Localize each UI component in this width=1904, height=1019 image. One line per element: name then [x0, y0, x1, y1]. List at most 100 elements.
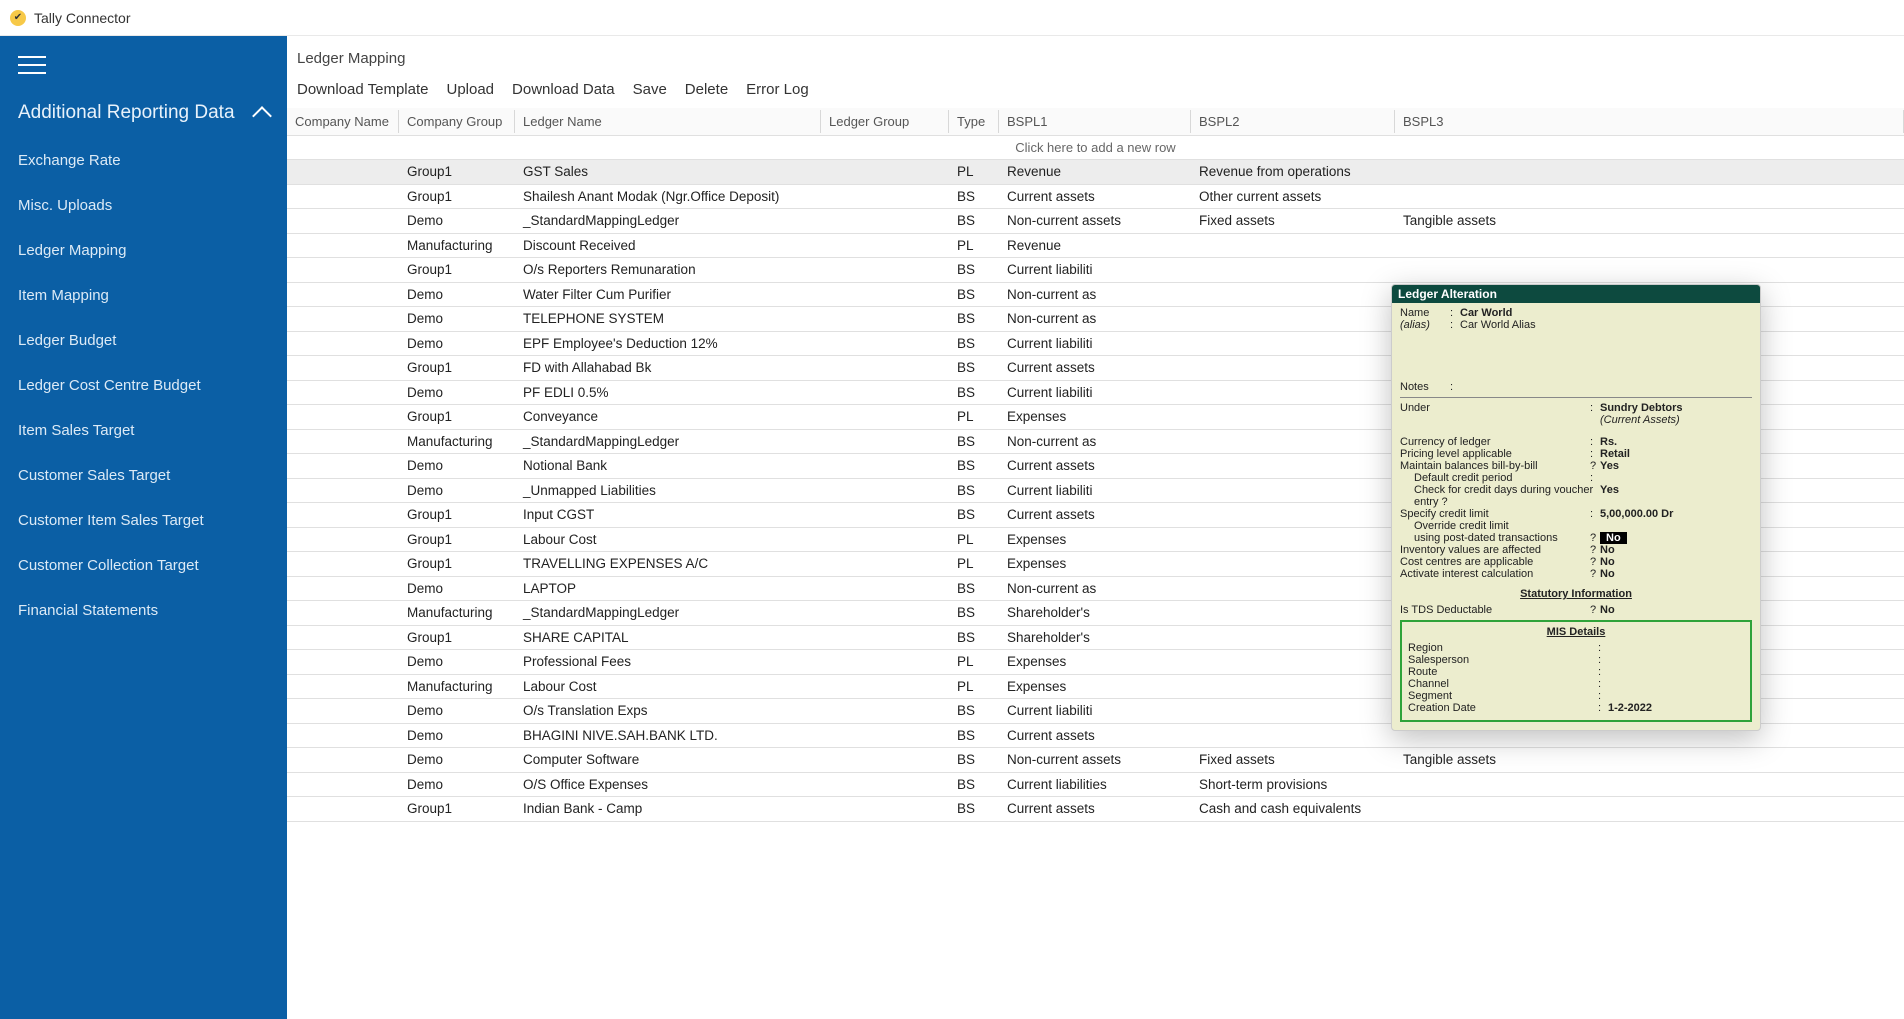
cell[interactable] — [1191, 462, 1395, 470]
cell[interactable]: _StandardMappingLedger — [515, 209, 821, 232]
cell[interactable]: BS — [949, 258, 999, 281]
cell[interactable] — [287, 560, 399, 568]
cell[interactable] — [821, 266, 949, 274]
cell[interactable]: Input CGST — [515, 503, 821, 526]
cell[interactable] — [1191, 364, 1395, 372]
cell[interactable]: Expenses — [999, 552, 1191, 575]
cell[interactable] — [1395, 168, 1904, 176]
cell[interactable] — [821, 707, 949, 715]
cell[interactable] — [1395, 805, 1904, 813]
cell[interactable]: Group1 — [399, 185, 515, 208]
cell[interactable]: TRAVELLING EXPENSES A/C — [515, 552, 821, 575]
cell[interactable]: BS — [949, 381, 999, 404]
cell[interactable]: Shailesh Anant Modak (Ngr.Office Deposit… — [515, 185, 821, 208]
column-header-ledger-group[interactable]: Ledger Group — [821, 110, 949, 133]
cell[interactable] — [821, 731, 949, 739]
cell[interactable] — [821, 511, 949, 519]
cell[interactable]: Manufacturing — [399, 430, 515, 453]
cell[interactable]: Expenses — [999, 675, 1191, 698]
cell[interactable]: Cash and cash equivalents — [1191, 797, 1395, 820]
cell[interactable]: PL — [949, 405, 999, 428]
cell[interactable]: Current liabiliti — [999, 381, 1191, 404]
cell[interactable]: Expenses — [999, 650, 1191, 673]
cell[interactable]: BS — [949, 209, 999, 232]
cell[interactable]: _Unmapped Liabilities — [515, 479, 821, 502]
column-header-company-name[interactable]: Company Name — [287, 110, 399, 133]
cell[interactable]: Fixed assets — [1191, 748, 1395, 771]
overlay-override-value[interactable]: No — [1600, 532, 1627, 544]
toolbar-download-template[interactable]: Download Template — [297, 81, 428, 98]
cell[interactable] — [287, 780, 399, 788]
cell[interactable] — [287, 486, 399, 494]
cell[interactable] — [1191, 486, 1395, 494]
cell[interactable]: GST Sales — [515, 160, 821, 183]
cell[interactable]: Demo — [399, 381, 515, 404]
cell[interactable] — [821, 658, 949, 666]
cell[interactable]: Tangible assets — [1395, 209, 1904, 232]
cell[interactable]: Current assets — [999, 185, 1191, 208]
cell[interactable] — [287, 388, 399, 396]
cell[interactable]: Expenses — [999, 405, 1191, 428]
cell[interactable] — [287, 511, 399, 519]
cell[interactable]: BS — [949, 724, 999, 747]
table-row[interactable]: Group1O/s Reporters RemunarationBSCurren… — [287, 258, 1904, 283]
cell[interactable] — [287, 731, 399, 739]
cell[interactable]: Group1 — [399, 258, 515, 281]
cell[interactable]: Manufacturing — [399, 675, 515, 698]
cell[interactable]: Discount Received — [515, 234, 821, 257]
cell[interactable]: EPF Employee's Deduction 12% — [515, 332, 821, 355]
cell[interactable]: Non-current as — [999, 307, 1191, 330]
sidebar-item-customer-item-sales-target[interactable]: Customer Item Sales Target — [0, 498, 287, 543]
cell[interactable] — [821, 290, 949, 298]
toolbar-upload[interactable]: Upload — [446, 81, 494, 98]
table-row[interactable]: Group1Indian Bank - CampBSCurrent assets… — [287, 797, 1904, 822]
cell[interactable] — [287, 413, 399, 421]
cell[interactable]: BS — [949, 283, 999, 306]
cell[interactable] — [821, 168, 949, 176]
cell[interactable] — [1191, 241, 1395, 249]
table-row[interactable]: Group1Shailesh Anant Modak (Ngr.Office D… — [287, 185, 1904, 210]
cell[interactable]: Conveyance — [515, 405, 821, 428]
cell[interactable] — [287, 290, 399, 298]
cell[interactable]: Revenue from operations — [1191, 160, 1395, 183]
cell[interactable]: Other current assets — [1191, 185, 1395, 208]
cell[interactable]: BS — [949, 185, 999, 208]
cell[interactable]: BS — [949, 332, 999, 355]
cell[interactable] — [1395, 241, 1904, 249]
cell[interactable] — [287, 217, 399, 225]
cell[interactable]: Demo — [399, 454, 515, 477]
cell[interactable] — [287, 192, 399, 200]
cell[interactable] — [287, 535, 399, 543]
cell[interactable] — [821, 364, 949, 372]
cell[interactable] — [287, 339, 399, 347]
cell[interactable] — [287, 756, 399, 764]
sidebar-item-financial-statements[interactable]: Financial Statements — [0, 588, 287, 633]
cell[interactable]: Current liabiliti — [999, 479, 1191, 502]
sidebar-item-misc-uploads[interactable]: Misc. Uploads — [0, 183, 287, 228]
cell[interactable] — [1191, 315, 1395, 323]
cell[interactable]: Current assets — [999, 356, 1191, 379]
cell[interactable] — [821, 413, 949, 421]
sidebar-item-ledger-cost-centre-budget[interactable]: Ledger Cost Centre Budget — [0, 363, 287, 408]
table-row[interactable]: ManufacturingDiscount ReceivedPLRevenue — [287, 234, 1904, 259]
column-header-company-group[interactable]: Company Group — [399, 110, 515, 133]
cell[interactable]: Notional Bank — [515, 454, 821, 477]
table-row[interactable]: DemoO/S Office ExpensesBSCurrent liabili… — [287, 773, 1904, 798]
cell[interactable]: O/s Translation Exps — [515, 699, 821, 722]
cell[interactable] — [287, 609, 399, 617]
cell[interactable]: BHAGINI NIVE.SAH.BANK LTD. — [515, 724, 821, 747]
cell[interactable] — [821, 682, 949, 690]
cell[interactable]: Demo — [399, 650, 515, 673]
cell[interactable] — [287, 682, 399, 690]
cell[interactable]: PL — [949, 528, 999, 551]
cell[interactable] — [1395, 266, 1904, 274]
cell[interactable]: Current liabiliti — [999, 699, 1191, 722]
cell[interactable]: Demo — [399, 209, 515, 232]
cell[interactable]: _StandardMappingLedger — [515, 430, 821, 453]
cell[interactable]: Non-current assets — [999, 748, 1191, 771]
cell[interactable]: _StandardMappingLedger — [515, 601, 821, 624]
sidebar-item-customer-sales-target[interactable]: Customer Sales Target — [0, 453, 287, 498]
cell[interactable] — [1191, 633, 1395, 641]
cell[interactable] — [1191, 290, 1395, 298]
cell[interactable]: Group1 — [399, 405, 515, 428]
